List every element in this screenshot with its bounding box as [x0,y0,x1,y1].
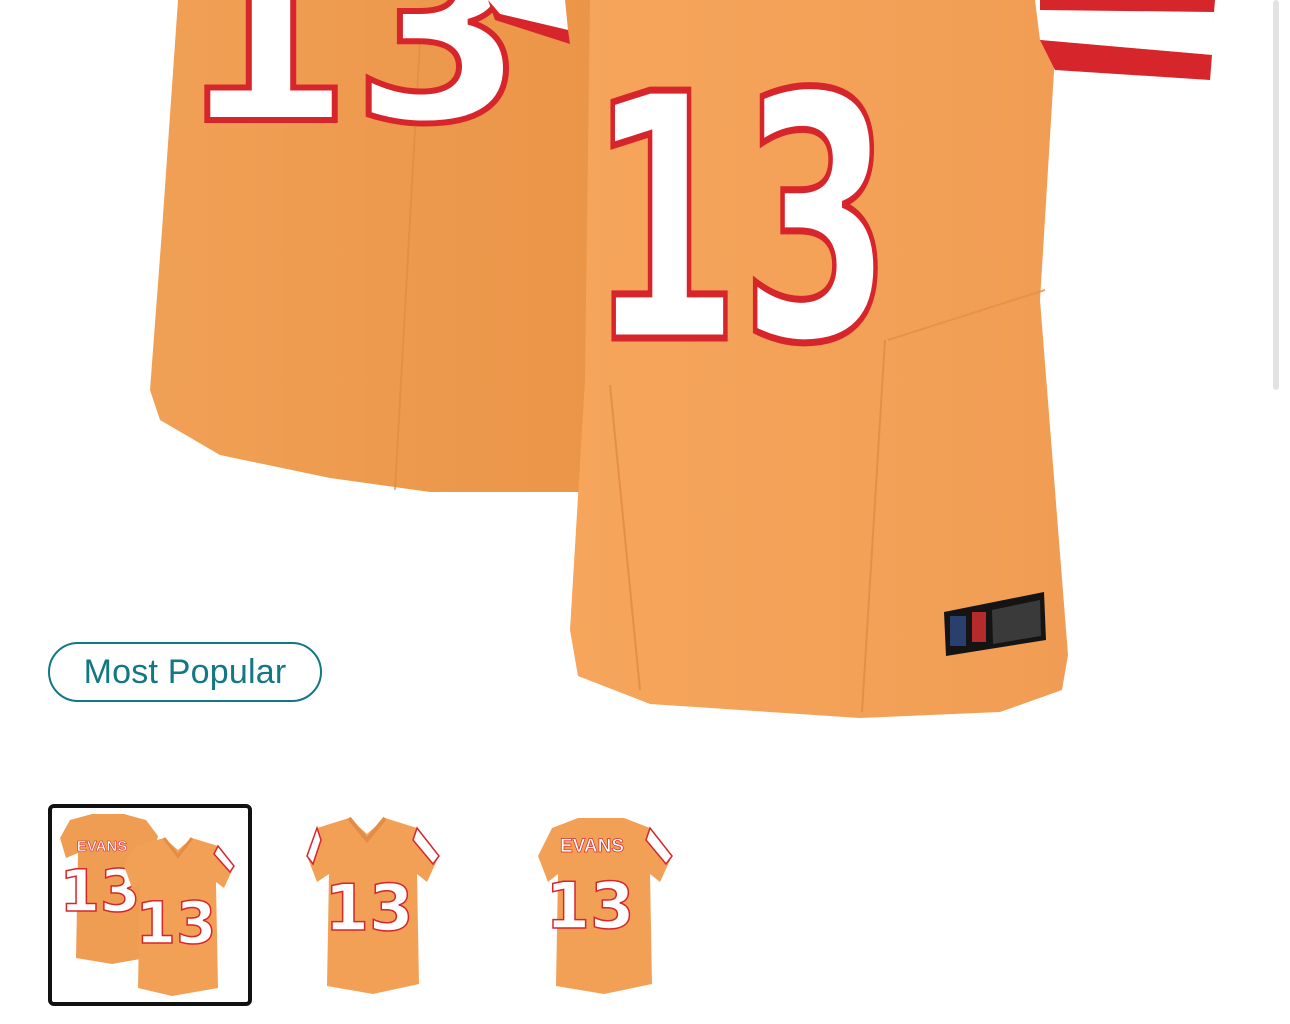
scrollbar-thumb[interactable] [1273,0,1279,390]
back-jersey: 13 [150,0,590,492]
thumbnail-front-number: 13 [136,889,217,957]
thumbnail-back[interactable]: EVANS 13 [512,804,716,1006]
most-popular-badge: Most Popular [48,642,322,702]
back-jersey-number: 13 [178,0,526,179]
thumbnail-image: EVANS 13 [538,818,673,994]
thumbnail-number: 13 [324,872,413,946]
thumbnail-number: 13 [545,870,634,944]
page-scrollbar[interactable] [1271,0,1281,390]
front-jersey: 13 [488,0,1215,718]
thumbnail-name: EVANS [77,838,128,855]
thumbnail-front-and-back[interactable]: EVANS 13 13 [48,804,252,1006]
front-jersey-number: 13 [588,23,893,419]
thumbnail-image: 13 [306,816,440,994]
thumbnail-name: EVANS [560,836,624,857]
thumbnail-front[interactable]: 13 [277,804,481,1006]
thumbnail-image: EVANS 13 13 [59,814,235,996]
product-hero-image: 13 13 [150,0,1215,718]
